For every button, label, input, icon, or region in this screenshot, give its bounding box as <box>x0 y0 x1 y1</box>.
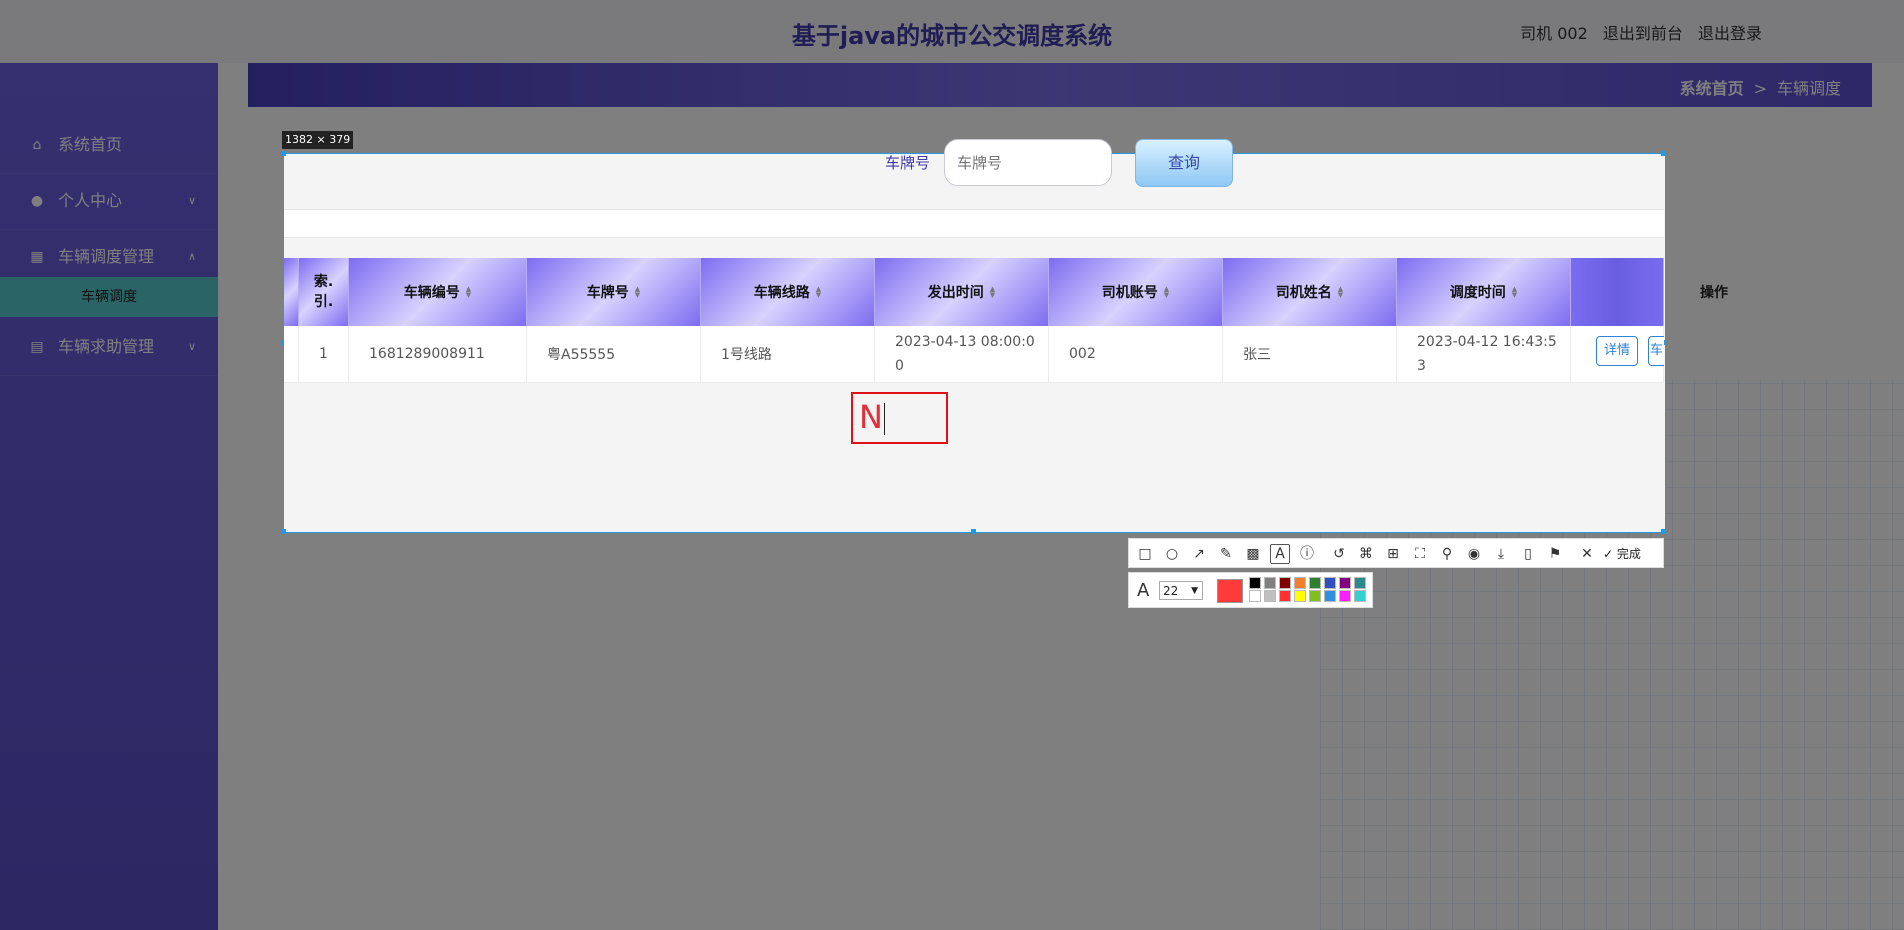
column-header-label: 索. <box>313 274 334 290</box>
table-cell-route: 1号线路 <box>701 326 875 383</box>
search-label: 车牌号 <box>885 154 931 172</box>
sort-icon[interactable]: ▲ ▼ <box>1512 286 1517 299</box>
column-header-label: 调度时间 <box>1449 285 1506 301</box>
color-swatch[interactable] <box>1264 590 1276 602</box>
color-swatch[interactable] <box>1279 590 1291 602</box>
search-button[interactable]: 查询 <box>1135 139 1233 187</box>
color-swatch[interactable] <box>1354 577 1366 589</box>
resize-handle-bottom-right[interactable] <box>1661 529 1666 534</box>
text-caret <box>883 403 885 435</box>
current-color-swatch[interactable] <box>1217 579 1243 603</box>
color-swatch[interactable] <box>1279 577 1291 589</box>
column-header-driver-account[interactable]: 司机账号 ▲ ▼ <box>1049 258 1223 326</box>
sort-icon[interactable]: ▲ ▼ <box>816 286 821 299</box>
sort-icon[interactable]: ▲ ▼ <box>1338 286 1343 299</box>
text-icon[interactable]: A <box>1270 544 1290 564</box>
select-all-column-header[interactable] <box>284 258 299 326</box>
vehicle-help-button[interactable]: 车辆求助 <box>1648 336 1664 366</box>
arrow-icon[interactable]: ↗ <box>1189 544 1209 564</box>
resize-handle-top-left[interactable] <box>281 151 286 156</box>
sort-icon[interactable]: ▲ ▼ <box>635 286 640 299</box>
confirm-icon: ✓ <box>1603 547 1614 561</box>
column-header-label: 车辆编号 <box>403 285 460 301</box>
color-swatch[interactable] <box>1309 577 1321 589</box>
pin-icon[interactable]: ⚲ <box>1437 544 1457 564</box>
color-swatch[interactable] <box>1249 590 1261 602</box>
color-swatch[interactable] <box>1354 590 1366 602</box>
color-swatch[interactable] <box>1339 590 1351 602</box>
sort-icon[interactable]: ▲ ▼ <box>1164 286 1169 299</box>
column-header-index: 索. 引. <box>299 258 349 326</box>
record-icon[interactable]: ◉ <box>1464 544 1484 564</box>
scroll-capture-icon[interactable]: ⛶ <box>1410 544 1430 564</box>
column-header-depart-time[interactable]: 发出时间 ▲ ▼ <box>875 258 1049 326</box>
color-swatch[interactable] <box>1294 577 1306 589</box>
download-icon[interactable]: ⤓ <box>1491 544 1511 564</box>
column-header-route[interactable]: 车辆线路 ▲ ▼ <box>701 258 875 326</box>
pencil-icon[interactable]: ✎ <box>1216 544 1236 564</box>
table-cell-plate: 粤A55555 <box>527 326 701 383</box>
color-swatch[interactable] <box>1309 590 1321 602</box>
color-swatch[interactable] <box>1294 590 1306 602</box>
font-icon: A <box>1137 580 1150 601</box>
column-header-label: 车牌号 <box>586 285 629 301</box>
rectangle-icon[interactable]: □ <box>1135 544 1155 564</box>
font-size-select[interactable]: 22 ▼ <box>1159 581 1203 600</box>
column-header-plate[interactable]: 车牌号 ▲ ▼ <box>527 258 701 326</box>
table-cell-dispatch-time: 2023-04-12 16:43:53 <box>1397 326 1571 383</box>
long-screenshot-icon[interactable]: ▯ <box>1518 544 1538 564</box>
done-label: 完成 <box>1616 547 1641 561</box>
text-annotation-box[interactable]: N <box>851 392 948 444</box>
column-header-vehicle-no[interactable]: 车辆编号 ▲ ▼ <box>349 258 527 326</box>
translate-icon[interactable]: ⌘ <box>1356 544 1376 564</box>
color-swatch[interactable] <box>1324 590 1336 602</box>
done-button[interactable]: ✓ 完成 <box>1603 544 1641 564</box>
column-header-driver-name[interactable]: 司机姓名 ▲ ▼ <box>1223 258 1397 326</box>
action-bar <box>284 209 1664 238</box>
serial-number-icon[interactable]: ⓘ <box>1297 544 1317 564</box>
detail-button[interactable]: 详情 <box>1596 336 1638 366</box>
table-cell-driver-account: 002 <box>1049 326 1223 383</box>
color-swatch[interactable] <box>1249 577 1261 589</box>
table-cell-depart-time: 2023-04-13 08:00:00 <box>875 326 1049 383</box>
bookmark-icon[interactable]: ⚑ <box>1545 544 1565 564</box>
font-size-value: 22 <box>1163 584 1179 598</box>
column-header-label: 司机姓名 <box>1275 285 1332 301</box>
screenshot-toolbar: □ ○ ↗ ✎ ▩ A ⓘ ↺ ⌘ ⊞ ⛶ ⚲ ◉ ⤓ ▯ ⚑ ✕ ✓ 完成 <box>1128 538 1664 568</box>
color-swatch[interactable] <box>1339 577 1351 589</box>
annotation-text: N <box>859 398 883 436</box>
color-swatch[interactable] <box>1324 577 1336 589</box>
column-header-actions <box>1571 258 1664 326</box>
resize-handle-top-right[interactable] <box>1661 151 1666 156</box>
color-swatch[interactable] <box>1264 577 1276 589</box>
resize-handle-bottom-left[interactable] <box>281 529 286 534</box>
close-icon[interactable]: ✕ <box>1577 544 1597 564</box>
table-cell-index: 1 <box>299 326 349 383</box>
mosaic-icon[interactable]: ▩ <box>1243 544 1263 564</box>
ellipse-icon[interactable]: ○ <box>1162 544 1182 564</box>
column-header-actions-label: 操作 <box>1700 285 1728 301</box>
column-header-label: 车辆线路 <box>753 285 810 301</box>
sort-icon[interactable]: ▲ ▼ <box>466 286 471 299</box>
row-checkbox-cell[interactable] <box>284 326 299 383</box>
ocr-icon[interactable]: ⊞ <box>1383 544 1403 564</box>
text-options-bar: A 22 ▼ <box>1128 572 1373 608</box>
column-header-label: 司机账号 <box>1101 285 1158 301</box>
resize-handle-bottom[interactable] <box>971 529 976 534</box>
sort-icon[interactable]: ▲ ▼ <box>990 286 995 299</box>
plate-search-input[interactable] <box>944 139 1112 186</box>
column-header-label: 发出时间 <box>927 285 984 301</box>
table-cell-vehicle-no: 1681289008911 <box>349 326 527 383</box>
capture-size-label: 1382 × 379 <box>282 131 354 149</box>
undo-icon[interactable]: ↺ <box>1329 544 1349 564</box>
chevron-down-icon: ▼ <box>1191 586 1198 596</box>
column-header-label: 引. <box>313 294 334 310</box>
column-header-dispatch-time[interactable]: 调度时间 ▲ ▼ <box>1397 258 1571 326</box>
table-cell-driver-name: 张三 <box>1223 326 1397 383</box>
